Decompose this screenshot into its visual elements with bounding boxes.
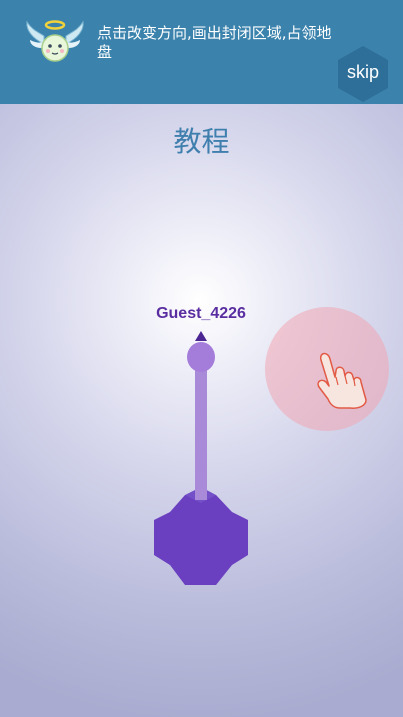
- player-territory: [154, 487, 248, 585]
- player-name-label: Guest_4226: [156, 305, 246, 322]
- game-board[interactable]: [0, 0, 403, 717]
- player-trail: [195, 360, 207, 500]
- player-head: [187, 342, 215, 372]
- tutorial-touch-hint: [265, 307, 389, 431]
- up-arrow-icon: [195, 331, 207, 341]
